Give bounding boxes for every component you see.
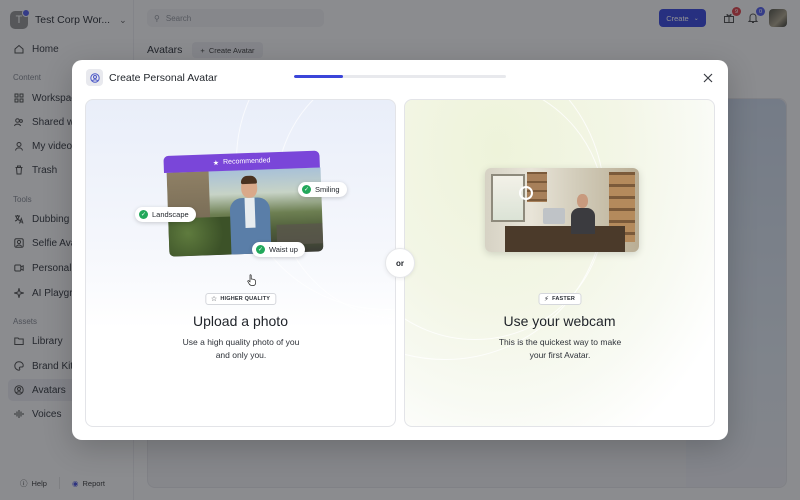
progress-fill (294, 75, 343, 78)
waist-up-tag: ✓ Waist up (252, 242, 305, 257)
hand-cursor-icon (247, 274, 256, 286)
star-icon: ★ (212, 159, 220, 167)
check-icon: ✓ (302, 185, 311, 194)
sample-photo: ★ Recommended (163, 150, 324, 257)
modal-header: Create Personal Avatar (86, 69, 217, 86)
landscape-tag: ✓ Landscape (135, 207, 196, 222)
star-outline-icon: ☆ (210, 296, 218, 303)
or-divider: or (385, 248, 415, 278)
waist-up-label: Waist up (269, 245, 298, 254)
create-avatar-modal: Create Personal Avatar ★ Recommended ✓ L… (72, 60, 728, 440)
landscape-label: Landscape (152, 210, 189, 219)
avatar-icon (86, 69, 103, 86)
upload-title: Upload a photo (193, 313, 288, 329)
faster-chip: ⚡︎ FASTER (537, 293, 582, 305)
webcam-option[interactable]: ⚡︎ FASTER Use your webcam This is the qu… (404, 99, 715, 427)
check-icon: ✓ (256, 245, 265, 254)
progress-bar (294, 75, 506, 78)
faster-label: FASTER (552, 296, 576, 302)
check-icon: ✓ (139, 210, 148, 219)
webcam-title: Use your webcam (503, 313, 616, 329)
lightning-icon: ⚡︎ (543, 296, 550, 303)
smiling-tag: ✓ Smiling (298, 182, 347, 197)
webcam-description: This is the quickest way to make your fi… (498, 337, 622, 360)
close-button[interactable] (702, 71, 716, 85)
higher-quality-label: HIGHER QUALITY (220, 296, 271, 302)
close-icon (703, 73, 713, 83)
webcam-preview-image (485, 168, 639, 252)
higher-quality-chip: ☆ HIGHER QUALITY (204, 293, 277, 305)
modal-title: Create Personal Avatar (109, 71, 218, 84)
upload-description: Use a high quality photo of you and only… (182, 337, 300, 360)
recommended-label: Recommended (222, 157, 271, 166)
smiling-label: Smiling (315, 185, 340, 194)
upload-photo-option[interactable]: ★ Recommended ✓ Landscape ✓ Smiling ✓ Wa… (85, 99, 396, 427)
